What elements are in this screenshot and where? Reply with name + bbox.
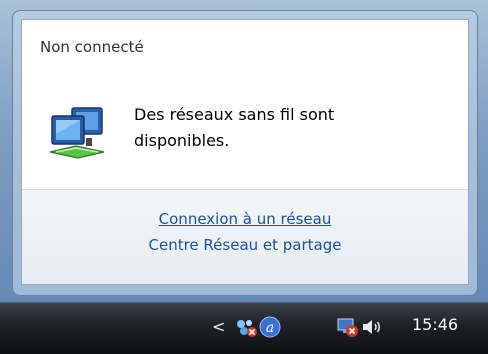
assistant-a-icon[interactable]: a [258, 315, 282, 339]
flyout-panel: Non connecté Des réseaux sans fil sont d… [21, 19, 469, 285]
taskbar-clock[interactable]: 15:46 [412, 315, 458, 334]
volume-icon[interactable] [360, 315, 384, 339]
network-flyout: Non connecté Des réseaux sans fil sont d… [12, 10, 478, 296]
wireless-networks-icon [49, 107, 105, 159]
network-error-icon[interactable] [336, 315, 360, 339]
taskbar: < a 15:46 [0, 302, 488, 354]
show-hidden-icons-button[interactable]: < [212, 317, 230, 337]
notice-line-1: Des réseaux sans fil sont [134, 105, 335, 124]
flyout-links-area: Connexion à un réseau Centre Réseau et p… [22, 189, 468, 284]
networks-available-message: Des réseaux sans fil sont disponibles. [134, 102, 434, 154]
connection-status-title: Non connecté [40, 38, 144, 56]
svg-text:a: a [266, 320, 274, 336]
connect-to-network-link[interactable]: Connexion à un réseau [22, 210, 468, 228]
network-disconnected-icon[interactable] [234, 315, 258, 339]
network-sharing-center-link[interactable]: Centre Réseau et partage [22, 236, 468, 254]
notice-line-2: disponibles. [134, 131, 230, 150]
